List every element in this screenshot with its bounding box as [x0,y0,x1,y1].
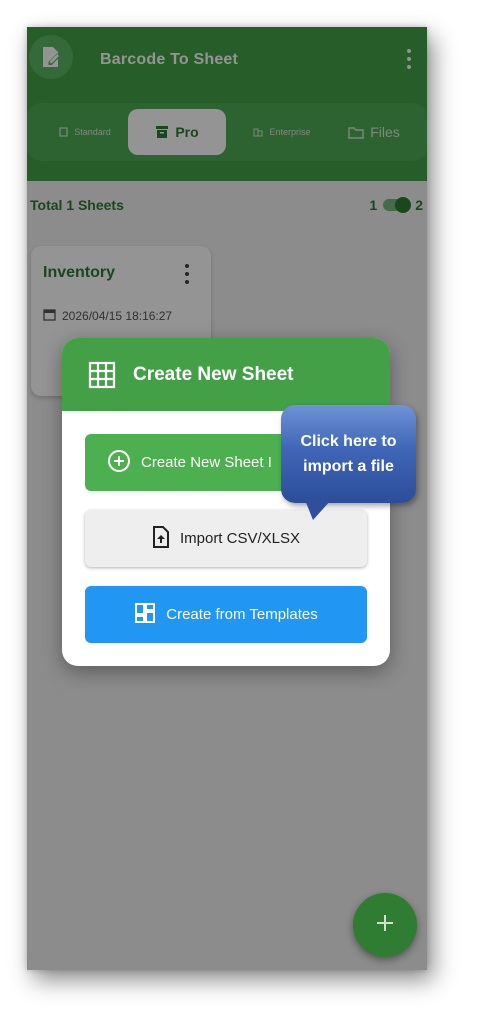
dialog-header: Create New Sheet [62,338,390,411]
dialog-title: Create New Sheet [133,364,294,385]
add-sheet-fab[interactable] [353,893,417,957]
create-from-templates-button[interactable]: Create from Templates [85,586,367,643]
callout-pointer [305,500,331,520]
create-new-sheet-label: Create New Sheet I [141,454,272,471]
import-hint-callout: Click here to import a file [281,405,416,503]
callout-line-2: import a file [303,458,394,475]
callout-line-1: Click here to [300,433,397,450]
file-upload-icon [152,525,170,552]
grid-icon [88,361,116,394]
add-circle-icon [107,449,131,477]
create-from-templates-label: Create from Templates [166,606,318,623]
plus-icon [375,913,395,938]
import-csv-xlsx-label: Import CSV/XLSX [179,530,301,547]
dashboard-icon [134,602,156,628]
